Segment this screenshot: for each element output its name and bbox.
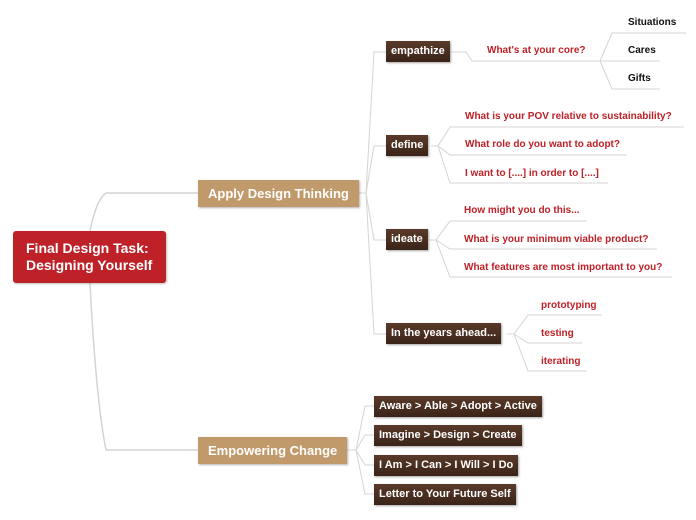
link-empower-4: [355, 449, 374, 495]
link-empower-1: [355, 405, 374, 451]
topic-gifts[interactable]: Gifts: [628, 72, 651, 86]
topic-features-important[interactable]: What features are most important to you?: [464, 261, 662, 275]
link-root-apply: [89, 192, 198, 232]
topic-imagine-design-create[interactable]: Imagine > Design > Create: [374, 425, 522, 446]
link-apply-empathize: [365, 51, 386, 194]
topic-testing[interactable]: testing: [541, 327, 574, 341]
topic-situations[interactable]: Situations: [628, 16, 676, 30]
topic-iterating[interactable]: iterating: [541, 355, 580, 369]
link-root-empower: [89, 282, 198, 451]
link-apply-years: [365, 192, 386, 335]
topic-whats-at-your-core[interactable]: What's at your core?: [487, 44, 586, 58]
topic-i-want-to[interactable]: I want to [....] in order to [....]: [465, 167, 599, 181]
link-apply-define: [365, 145, 386, 194]
topic-empathize[interactable]: empathize: [386, 41, 450, 62]
topic-cares[interactable]: Cares: [628, 44, 656, 58]
root-title-line1: Final Design Task:: [26, 240, 149, 256]
mind-map-canvas: Final Design Task: Designing Yourself Ap…: [0, 0, 696, 520]
branch-empowering-change[interactable]: Empowering Change: [198, 437, 348, 464]
root-topic[interactable]: Final Design Task: Designing Yourself: [13, 231, 166, 283]
topic-define[interactable]: define: [386, 135, 429, 156]
link-apply-ideate: [365, 192, 386, 241]
topic-how-might-you[interactable]: How might you do this...: [464, 204, 580, 218]
topic-letter-future-self[interactable]: Letter to Your Future Self: [374, 484, 516, 505]
topic-ideate[interactable]: ideate: [386, 229, 428, 250]
topic-aware-able-adopt-active[interactable]: Aware > Able > Adopt > Active: [374, 396, 542, 417]
topic-pov-sustainability[interactable]: What is your POV relative to sustainabil…: [465, 110, 672, 124]
root-title-line2: Designing Yourself: [26, 257, 153, 273]
topic-role-to-adopt[interactable]: What role do you want to adopt?: [465, 138, 620, 152]
topic-prototyping[interactable]: prototyping: [541, 299, 597, 313]
topic-in-the-years-ahead[interactable]: In the years ahead...: [386, 323, 502, 344]
branch-apply-design-thinking[interactable]: Apply Design Thinking: [198, 180, 359, 207]
topic-minimum-viable-product[interactable]: What is your minimum viable product?: [464, 233, 648, 247]
topic-i-am-i-can-i-will-i-do[interactable]: I Am > I Can > I Will > I Do: [374, 455, 519, 476]
